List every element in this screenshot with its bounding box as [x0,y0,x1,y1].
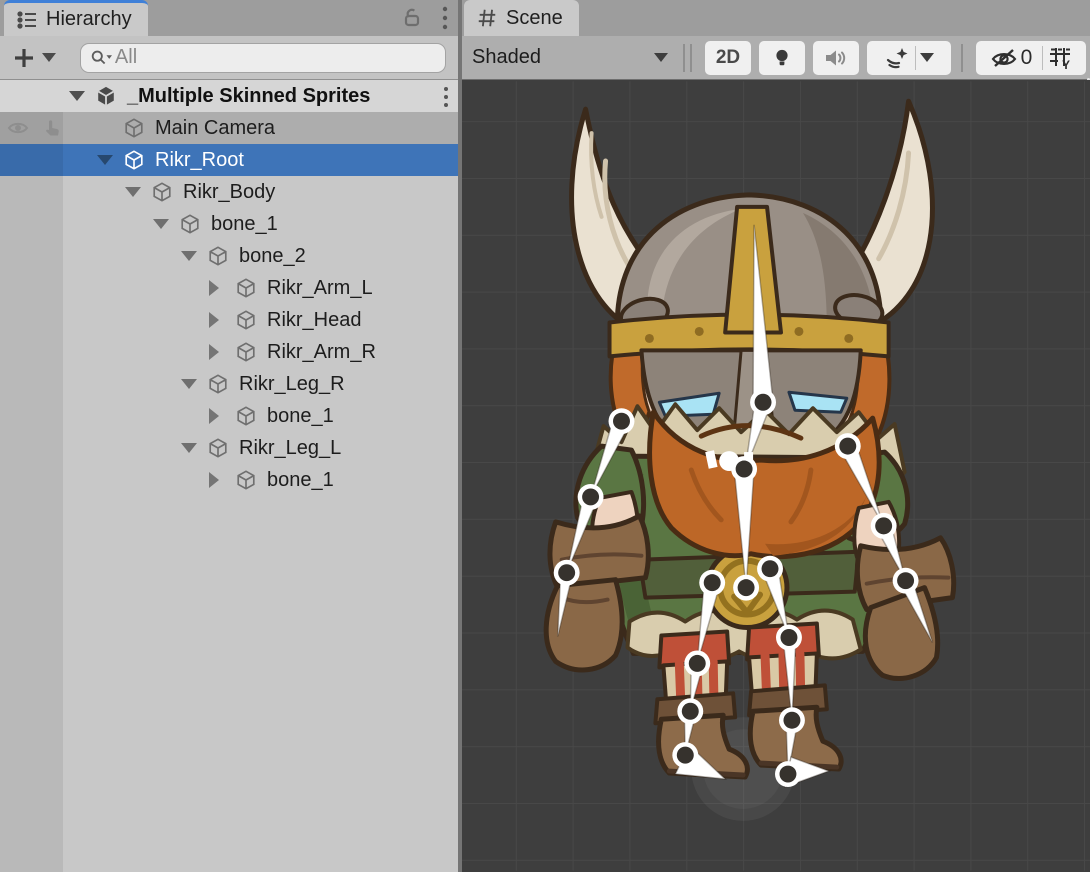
scene-lighting-toggle[interactable] [759,41,805,75]
tree-row-rikr-leg-l[interactable]: Rikr_Leg_L [0,432,458,464]
foldout-caret[interactable] [151,208,177,240]
2d-toggle-button[interactable]: 2D [705,41,751,75]
tree-row-leg-l-bone1[interactable]: bone_1 [0,464,458,496]
foldout-caret[interactable] [179,432,205,464]
scene-audio-toggle[interactable] [813,41,859,75]
tree-row-rikr-body[interactable]: Rikr_Body [0,176,458,208]
tree-row-rikr-root[interactable]: Rikr_Root [0,144,458,176]
tree-row-bone2[interactable]: bone_2 [0,240,458,272]
scene-header-row[interactable]: _Multiple Skinned Sprites [0,80,458,112]
gameobject-cube-icon [121,115,147,141]
tree-row-rikr-head[interactable]: Rikr_Head [0,304,458,336]
eye-off-icon [989,45,1019,71]
gameobject-cube-icon [205,371,231,397]
chevron-down-icon [654,53,668,62]
gameobject-cube-icon [149,179,175,205]
gameobject-cube-icon [205,435,231,461]
effects-dropdown-caret-icon[interactable] [920,53,934,62]
scene-toolbar: Shaded 2D [462,36,1090,80]
scene-visibility-toggle[interactable]: 0 Y [976,41,1086,75]
hierarchy-panel: Hierarchy [0,0,458,872]
tree-row-rikr-arm-l[interactable]: Rikr_Arm_L [0,272,458,304]
kebab-menu-icon[interactable] [440,5,450,31]
speaker-icon [823,46,849,70]
foldout-caret[interactable] [95,144,121,176]
create-menu-caret-icon [42,53,56,62]
gameobject-label: Rikr_Head [267,309,361,332]
lock-open-icon[interactable] [400,6,424,30]
scene-render [462,80,1090,872]
gameobject-label: bone_2 [239,245,306,268]
hierarchy-tab-label: Hierarchy [46,8,132,31]
foldout-caret[interactable] [207,304,233,336]
scene-grid-icon [476,7,498,29]
picking-hand-icon[interactable] [40,116,64,140]
gameobject-cube-icon [177,211,203,237]
shading-mode-label: Shaded [472,46,541,69]
hidden-object-count: 0 [1021,46,1033,70]
foldout-caret[interactable] [67,80,93,112]
gameobject-label: bone_1 [211,213,278,236]
gameobject-cube-icon [205,243,231,269]
effects-sparkle-icon [885,46,911,70]
gameobject-label: Rikr_Arm_L [267,277,373,300]
2d-toggle-label: 2D [716,47,740,69]
gameobject-cube-icon [233,275,259,301]
hierarchy-list-icon [16,9,38,31]
create-menu-button[interactable] [12,46,56,70]
gameobject-label: Rikr_Root [155,149,244,172]
plus-icon [12,46,36,70]
gameobject-cube-icon [233,403,259,429]
hierarchy-tree: _Multiple Skinned Sprites [0,80,458,872]
foldout-caret[interactable] [123,176,149,208]
panel-splitter[interactable] [458,0,462,872]
gameobject-label: Main Camera [155,117,275,140]
svg-text:Y: Y [1062,58,1070,71]
gameobject-label: Rikr_Body [183,181,275,204]
unity-scene-icon [93,83,119,109]
grid-visibility-icon[interactable]: Y [1047,45,1073,71]
scene-viewport[interactable] [462,80,1090,872]
tree-row-leg-r-bone1[interactable]: bone_1 [0,400,458,432]
hierarchy-search-field[interactable] [80,43,446,73]
tree-row-main-camera[interactable]: Main Camera [0,112,458,144]
foldout-caret[interactable] [207,464,233,496]
foldout-caret[interactable] [179,368,205,400]
gameobject-cube-icon [233,339,259,365]
foldout-caret[interactable] [207,336,233,368]
unity-editor-window: Hierarchy [0,0,1090,872]
visibility-eye-icon[interactable] [6,116,30,140]
gameobject-cube-icon [233,467,259,493]
search-icon [89,47,113,69]
search-input[interactable] [113,45,437,70]
hierarchy-toolbar [0,36,458,80]
tree-row-rikr-leg-r[interactable]: Rikr_Leg_R [0,368,458,400]
tab-scene[interactable]: Scene [464,0,579,36]
gameobject-cube-icon [233,307,259,333]
gameobject-label: Rikr_Arm_R [267,341,376,364]
gameobject-label: Rikr_Leg_R [239,373,345,396]
scene-tabbar: Scene [462,0,1090,37]
light-bulb-icon [770,46,794,70]
gameobject-label: bone_1 [267,405,334,428]
scene-tab-label: Scene [506,7,563,30]
gameobject-label: Rikr_Leg_L [239,437,341,460]
foldout-caret[interactable] [207,272,233,304]
tab-hierarchy[interactable]: Hierarchy [4,0,148,36]
gameobject-cube-icon [121,147,147,173]
foldout-caret[interactable] [179,240,205,272]
tree-row-rikr-arm-r[interactable]: Rikr_Arm_R [0,336,458,368]
hierarchy-tabbar: Hierarchy [0,0,458,37]
scene-effects-toggle[interactable] [867,41,951,75]
tree-row-bone1[interactable]: bone_1 [0,208,458,240]
scene-panel: Scene Shaded 2D [462,0,1090,872]
gameobject-label: bone_1 [267,469,334,492]
foldout-caret[interactable] [207,400,233,432]
scene-kebab-icon[interactable] [442,85,450,115]
shading-mode-dropdown[interactable]: Shaded [466,41,678,75]
scene-name-label: _Multiple Skinned Sprites [127,85,370,108]
